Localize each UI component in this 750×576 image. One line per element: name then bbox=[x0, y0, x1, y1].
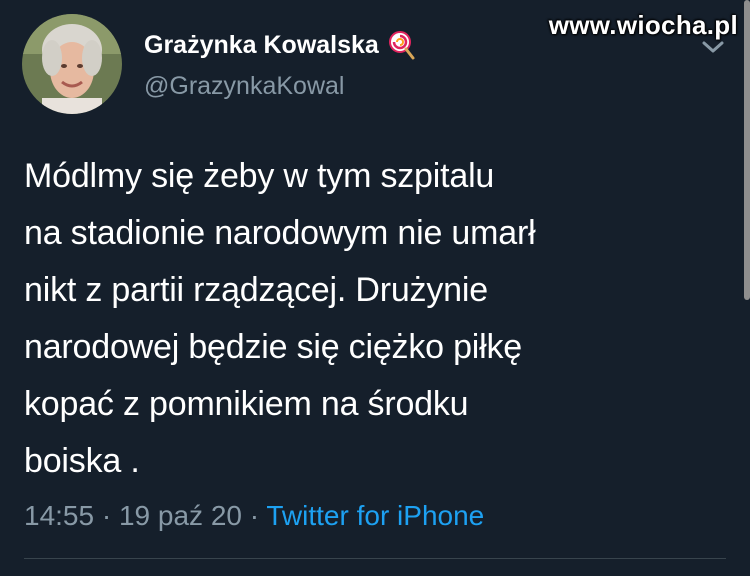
author-names: Grażynka Kowalska @GrazynkaKowal bbox=[144, 28, 415, 101]
user-handle[interactable]: @GrazynkaKowal bbox=[144, 72, 415, 101]
display-name-row: Grażynka Kowalska bbox=[144, 28, 415, 62]
display-name[interactable]: Grażynka Kowalska bbox=[144, 31, 379, 60]
tweet-source-link[interactable]: Twitter for iPhone bbox=[266, 500, 484, 531]
tweet-date[interactable]: 19 paź 20 bbox=[119, 500, 242, 531]
tweet-meta: 14:55 · 19 paź 20 · Twitter for iPhone bbox=[24, 496, 484, 536]
divider bbox=[24, 558, 726, 559]
avatar[interactable] bbox=[22, 14, 122, 114]
tweet-text: Módlmy się żeby w tym szpitalu na stadio… bbox=[24, 157, 536, 480]
watermark: www.wiocha.pl bbox=[548, 10, 738, 40]
chevron-down-icon[interactable] bbox=[700, 38, 726, 56]
meta-separator: · bbox=[94, 500, 119, 531]
tweet-detail: Grażynka Kowalska @GrazynkaKowal www.wio… bbox=[0, 0, 750, 576]
tweet-time[interactable]: 14:55 bbox=[24, 500, 94, 531]
tweet-header: Grażynka Kowalska @GrazynkaKowal bbox=[22, 14, 582, 116]
lollipop-icon bbox=[387, 30, 415, 60]
meta-separator: · bbox=[241, 500, 267, 531]
scrollbar[interactable] bbox=[744, 0, 750, 300]
avatar-image bbox=[22, 14, 122, 114]
